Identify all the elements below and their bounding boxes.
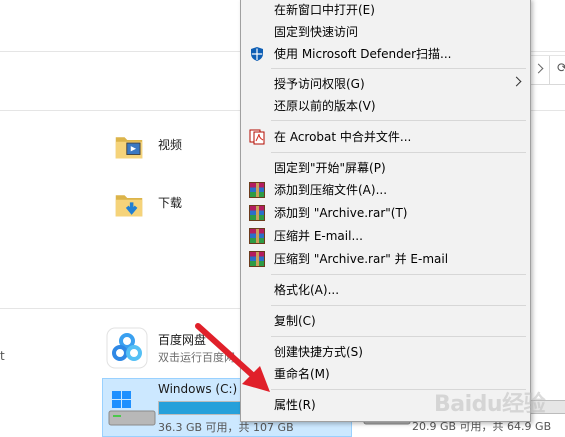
- menu-item-open-new-window[interactable]: 在新窗口中打开(E): [241, 0, 530, 21]
- menu-item-label: 重命名(M): [274, 367, 330, 381]
- winrar-icon: [249, 228, 265, 244]
- windows-drive-icon: [108, 391, 156, 426]
- chevron-right-icon[interactable]: [533, 63, 544, 74]
- menu-item-label: 压缩到 "Archive.rar" 并 E-mail: [274, 252, 449, 266]
- menu-item-label: 使用 Microsoft Defender扫描...: [274, 47, 452, 61]
- menu-item-label: 压缩并 E-mail...: [274, 229, 363, 243]
- winrar-icon: [249, 205, 265, 221]
- folder-item-downloads[interactable]: 下载: [112, 188, 232, 234]
- menu-item-label: 添加到 "Archive.rar"(T): [274, 206, 408, 220]
- menu-item-compress-email[interactable]: 压缩并 E-mail...: [241, 225, 530, 247]
- watermark-text: Baidu经验: [434, 392, 546, 417]
- menu-item-label: 固定到"开始"屏幕(P): [274, 161, 386, 175]
- acrobat-icon: [249, 129, 265, 145]
- menu-separator: [271, 120, 526, 121]
- menu-item-format[interactable]: 格式化(A)...: [241, 279, 530, 301]
- menu-item-pin-quick-access[interactable]: 固定到快速访问: [241, 21, 530, 43]
- folder-label: 下载: [158, 196, 183, 210]
- submenu-arrow-icon: [511, 76, 522, 87]
- menu-item-rename[interactable]: 重命名(M): [241, 363, 530, 385]
- menu-item-label: 在新窗口中打开(E): [274, 3, 375, 17]
- menu-item-copy[interactable]: 复制(C): [241, 310, 530, 332]
- defender-shield-icon: [251, 47, 263, 61]
- menu-item-compress-archive-email[interactable]: 压缩到 "Archive.rar" 并 E-mail: [241, 248, 530, 270]
- menu-item-label: 格式化(A)...: [274, 283, 340, 297]
- menu-item-label: 创建快捷方式(S): [274, 345, 363, 359]
- downloads-folder-icon: [115, 195, 143, 217]
- video-folder-icon: [115, 137, 143, 159]
- nav-pane-fragment: t: [0, 349, 5, 363]
- refresh-icon[interactable]: ⟳: [557, 62, 565, 76]
- folder-label: 视频: [158, 138, 183, 152]
- menu-separator: [271, 305, 526, 306]
- menu-item-label: 添加到压缩文件(A)...: [274, 183, 388, 197]
- menu-separator: [271, 68, 526, 69]
- baidu-netdisk-icon: [106, 327, 148, 369]
- folder-item-videos[interactable]: 视频: [112, 130, 232, 176]
- annotation-arrow: [195, 323, 270, 392]
- menu-item-label: 还原以前的版本(V): [274, 99, 376, 113]
- address-bar[interactable]: ⟳: [531, 56, 565, 85]
- menu-item-add-to-archive-rar[interactable]: 添加到 "Archive.rar"(T): [241, 202, 530, 224]
- menu-item-label: 复制(C): [274, 314, 316, 328]
- menu-item-defender-scan[interactable]: 使用 Microsoft Defender扫描...: [241, 43, 530, 65]
- baidu-watermark: Baidu经验: [434, 386, 546, 418]
- menu-item-label: 在 Acrobat 中合并文件...: [274, 130, 412, 144]
- menu-item-label: 属性(R): [274, 398, 316, 412]
- menu-separator: [271, 336, 526, 337]
- menu-item-pin-start[interactable]: 固定到"开始"屏幕(P): [241, 157, 530, 179]
- menu-item-label: 固定到快速访问: [274, 25, 359, 39]
- menu-separator: [271, 152, 526, 153]
- menu-item-acrobat-merge[interactable]: 在 Acrobat 中合并文件...: [241, 126, 530, 148]
- context-menu: 在新窗口中打开(E) 固定到快速访问 使用 Microsoft Defender…: [240, 0, 531, 422]
- menu-item-grant-access[interactable]: 授予访问权限(G): [241, 73, 530, 95]
- menu-item-restore-versions[interactable]: 还原以前的版本(V): [241, 95, 530, 117]
- section-divider: [0, 308, 240, 309]
- menu-item-create-shortcut[interactable]: 创建快捷方式(S): [241, 341, 530, 363]
- menu-separator: [271, 274, 526, 275]
- menu-item-add-to-archive[interactable]: 添加到压缩文件(A)...: [241, 179, 530, 201]
- winrar-icon: [249, 251, 265, 267]
- winrar-icon: [249, 182, 265, 198]
- menu-item-label: 授予访问权限(G): [274, 77, 365, 91]
